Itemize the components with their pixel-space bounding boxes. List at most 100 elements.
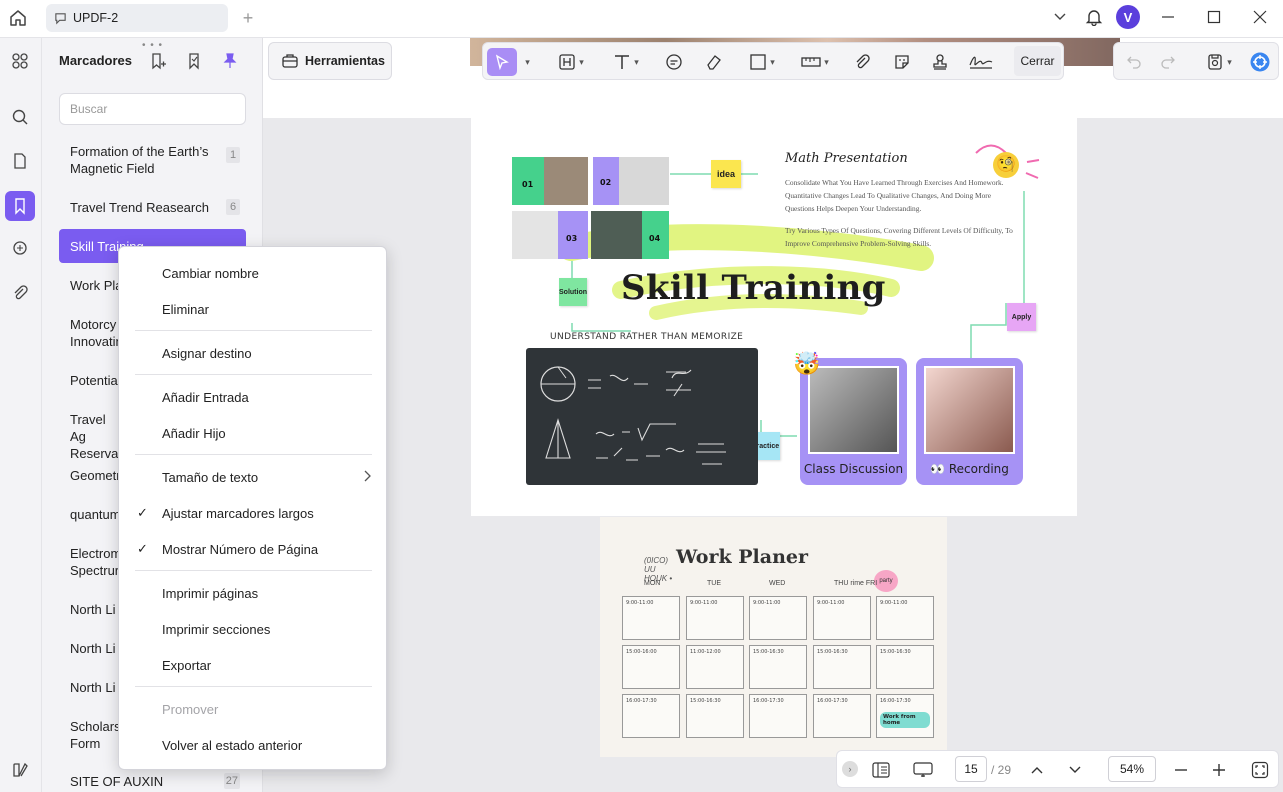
- tools-button[interactable]: Herramientas: [268, 42, 392, 80]
- zoom-level[interactable]: 54%: [1108, 756, 1156, 782]
- new-tab-button[interactable]: +: [238, 8, 258, 28]
- bookmark-item[interactable]: Travel Trend Reasearch 6: [59, 199, 246, 219]
- text-tool[interactable]: ▾: [607, 48, 645, 76]
- tile-label: 01: [522, 180, 534, 189]
- bookmark-search-input[interactable]: [59, 93, 246, 125]
- menu-separator: [135, 374, 372, 375]
- search-icon[interactable]: [5, 102, 35, 132]
- discussion-photo: [808, 366, 899, 454]
- pin-icon[interactable]: [219, 50, 241, 72]
- menu-item-export[interactable]: Exportar: [119, 648, 386, 682]
- fit-page-icon[interactable]: [1247, 751, 1273, 789]
- bell-icon[interactable]: [1077, 0, 1111, 34]
- collapse-nav-icon[interactable]: ›: [842, 761, 858, 777]
- comments-icon[interactable]: [5, 234, 35, 264]
- planner-cell: 11:00-12:00: [686, 645, 744, 689]
- attach-tool[interactable]: [849, 48, 875, 76]
- menu-item-assign-destination[interactable]: Asignar destino: [119, 336, 386, 370]
- measure-tool[interactable]: ▾: [795, 48, 835, 76]
- document-tab[interactable]: UPDF-2: [46, 4, 228, 32]
- tile-photo: [619, 157, 669, 205]
- next-page-icon[interactable]: [1063, 751, 1087, 789]
- menu-item-delete[interactable]: Eliminar: [119, 292, 386, 326]
- recording-card: 👀 Recording: [916, 358, 1023, 485]
- comment-tool[interactable]: [661, 48, 687, 76]
- menu-item-revert[interactable]: Volver al estado anterior: [119, 728, 386, 762]
- menu-item-print-pages[interactable]: Imprimir páginas: [119, 576, 386, 610]
- page-layout-icon[interactable]: [869, 751, 893, 789]
- menu-item-add-entry[interactable]: Añadir Entrada: [119, 380, 386, 414]
- bookmark-outline-icon[interactable]: [183, 50, 205, 72]
- page-subheadline: UNDERSTAND RATHER THAN MEMORIZE: [550, 332, 744, 342]
- current-page-input[interactable]: 15: [955, 756, 987, 782]
- redo-icon[interactable]: [1156, 48, 1180, 76]
- page-navigation-bar: [836, 750, 1279, 788]
- party-sticker: party: [874, 570, 898, 592]
- bookmark-icon[interactable]: [5, 191, 35, 221]
- bookmark-item[interactable]: Formation of the Earth’s Magnetic Field …: [59, 143, 246, 179]
- page-headline: Skill Training: [621, 268, 886, 308]
- attachment-icon[interactable]: [5, 278, 35, 308]
- tile-label: 04: [649, 234, 661, 243]
- text-icon: [615, 55, 630, 69]
- menu-item-text-size[interactable]: Tamaño de texto: [119, 460, 386, 494]
- layers-icon[interactable]: [5, 755, 35, 785]
- menu-item-rename[interactable]: Cambiar nombre: [119, 256, 386, 290]
- chat-bubble-icon: [55, 12, 66, 24]
- save-button[interactable]: ▾: [1200, 48, 1238, 76]
- tab-title: UPDF-2: [73, 11, 119, 25]
- rectangle-icon: [750, 54, 766, 70]
- presentation-icon[interactable]: [909, 751, 937, 789]
- maximize-icon[interactable]: [1191, 0, 1237, 34]
- panel-title: Marcadores: [59, 53, 132, 68]
- total-pages: / 29: [991, 763, 1012, 777]
- add-bookmark-icon[interactable]: [147, 50, 169, 72]
- pages-icon[interactable]: [5, 146, 35, 176]
- chevron-right-icon: [362, 470, 372, 485]
- edit-toolbar: ▾ ▾ ▾ ▾ ▾: [482, 42, 1064, 80]
- undo-icon[interactable]: [1122, 48, 1146, 76]
- day-header: THU rime FRI: [834, 580, 878, 587]
- close-edit-button[interactable]: Cerrar: [1014, 46, 1061, 76]
- signature-tool[interactable]: [965, 48, 997, 76]
- menu-item-label: Asignar destino: [162, 345, 252, 361]
- stamp-tool[interactable]: [927, 48, 953, 76]
- bookmark-page-number: 1: [226, 147, 240, 163]
- previous-page-icon[interactable]: [1025, 751, 1049, 789]
- thumbnails-icon[interactable]: [5, 46, 35, 76]
- chevron-down-icon[interactable]: [1043, 0, 1077, 34]
- toolbox-icon: [282, 54, 298, 68]
- menu-item-print-sections[interactable]: Imprimir secciones: [119, 612, 386, 646]
- close-icon[interactable]: [1237, 0, 1283, 34]
- zoom-in-icon[interactable]: [1207, 751, 1231, 789]
- select-dropdown[interactable]: ▾: [519, 48, 533, 76]
- bookmark-label: SITE OF AUXIN: [70, 774, 164, 789]
- planner-cell: 16:00-17:30: [813, 694, 871, 738]
- ai-assistant-icon[interactable]: [1248, 48, 1272, 76]
- planner-cell: 9:00-11:00: [622, 596, 680, 640]
- shape-tool[interactable]: ▾: [743, 48, 781, 76]
- home-icon[interactable]: [6, 6, 30, 30]
- sticker-tool[interactable]: [889, 48, 915, 76]
- bookmark-context-menu: Cambiar nombre Eliminar Asignar destino …: [118, 246, 387, 770]
- tile-photo: [544, 157, 588, 205]
- minimize-icon[interactable]: [1145, 0, 1191, 34]
- bookmark-page-number: 6: [226, 199, 240, 215]
- text-box-tool[interactable]: ▾: [553, 48, 589, 76]
- menu-item-show-page-number[interactable]: ✓ Mostrar Número de Página: [119, 532, 386, 566]
- chalkboard-image: [526, 348, 758, 485]
- eraser-tool[interactable]: [701, 48, 727, 76]
- menu-item-wrap-long-bookmarks[interactable]: ✓ Ajustar marcadores largos: [119, 496, 386, 530]
- tile-label: 02: [600, 178, 612, 187]
- math-paragraph-2: Try Various Types Of Questions, Covering…: [785, 226, 1013, 248]
- planner-cell: 9:00-11:00: [686, 596, 744, 640]
- zoom-out-icon[interactable]: [1169, 751, 1193, 789]
- user-avatar[interactable]: V: [1111, 0, 1145, 34]
- select-tool-button[interactable]: [487, 48, 517, 76]
- menu-separator: [135, 454, 372, 455]
- sticky-idea: idea: [711, 160, 741, 188]
- bookmark-item[interactable]: SITE OF AUXIN 27: [59, 773, 246, 792]
- card-label: 👀 Recording: [930, 462, 1009, 476]
- bookmark-page-number: 27: [223, 773, 240, 789]
- menu-item-add-child[interactable]: Añadir Hijo: [119, 416, 386, 450]
